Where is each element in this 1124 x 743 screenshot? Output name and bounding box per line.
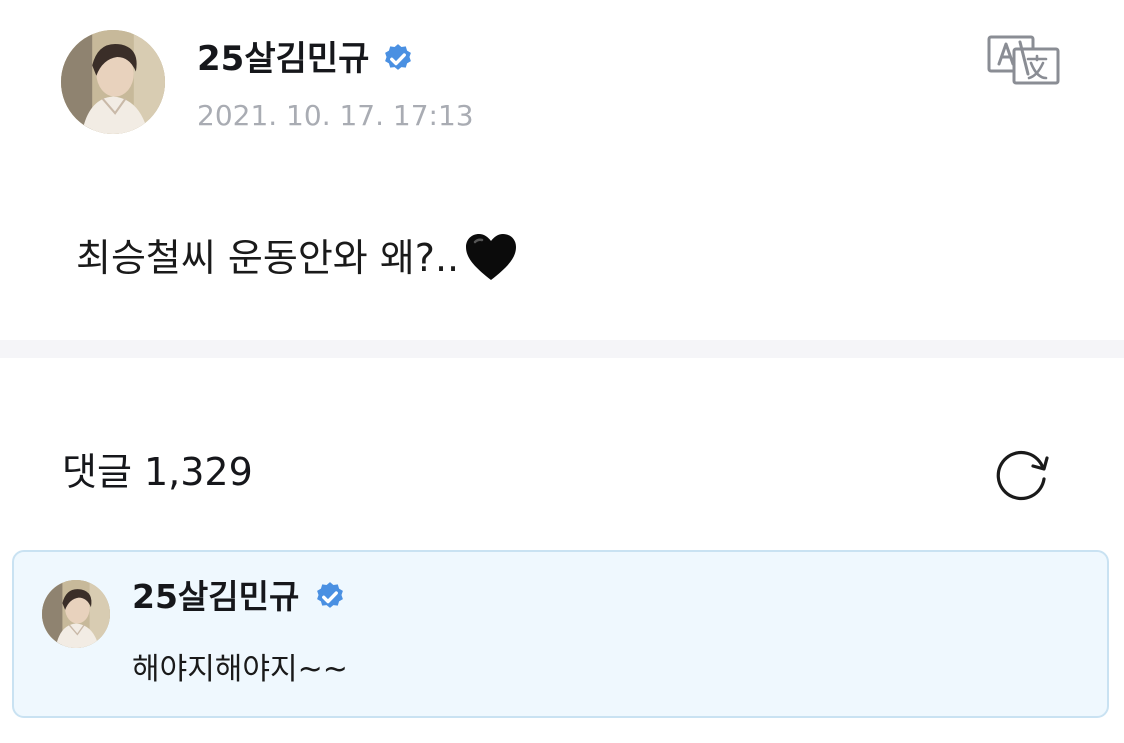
post-body: 최승철씨 운동안와 왜?.. xyxy=(76,228,519,288)
translate-button[interactable] xyxy=(986,34,1062,86)
black-heart-icon xyxy=(463,230,519,286)
post-text: 최승철씨 운동안와 왜?.. xyxy=(76,236,460,280)
author-avatar[interactable] xyxy=(61,30,165,134)
comment-card[interactable]: 25살김민규 해야지해야지~~ xyxy=(12,550,1109,718)
author-name[interactable]: 25살김민규 xyxy=(197,36,415,82)
verified-badge-icon xyxy=(381,42,415,76)
author-name-text[interactable]: 25살김민규 xyxy=(197,36,369,82)
comment-author-name[interactable]: 25살김민규 xyxy=(132,574,347,620)
comment-text: 해야지해야지~~ xyxy=(132,652,348,687)
comment-author-name-text[interactable]: 25살김민규 xyxy=(132,574,299,620)
verified-badge-icon xyxy=(313,580,347,614)
refresh-button[interactable] xyxy=(993,446,1053,502)
section-divider xyxy=(0,340,1124,358)
refresh-icon xyxy=(996,450,1049,501)
translate-icon xyxy=(987,35,1060,85)
comments-count-label: 댓글 1,329 xyxy=(62,450,253,494)
post-timestamp: 2021. 10. 17. 17:13 xyxy=(197,99,474,132)
comment-author-avatar[interactable] xyxy=(42,580,110,648)
post-header: 25살김민규 2021. 10. 17. 17:13 xyxy=(61,30,1061,140)
